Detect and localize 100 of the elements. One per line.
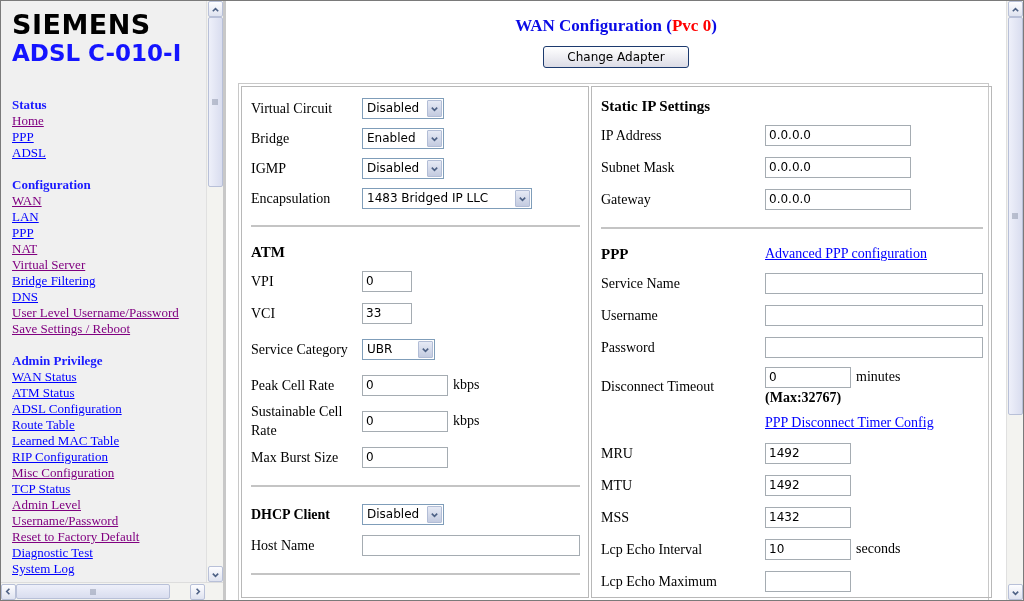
- field-label: MTU: [601, 476, 633, 495]
- input-field[interactable]: 0: [362, 270, 412, 292]
- field-label: DHCP Client: [251, 505, 330, 524]
- section-title: Status: [12, 97, 48, 113]
- dropdown[interactable]: Enabled: [362, 127, 444, 149]
- field-label: Password: [601, 338, 655, 357]
- dropdown[interactable]: 1483 Bridged IP LLC: [362, 187, 532, 209]
- scroll-down-button[interactable]: [207, 566, 223, 582]
- field-label: IP Address: [601, 126, 662, 145]
- input-field[interactable]: 1432: [765, 506, 851, 528]
- field-label: Subnet Mask: [601, 158, 675, 177]
- input-field[interactable]: 1492: [765, 474, 851, 496]
- unit-label: kbps: [453, 377, 480, 393]
- scroll-left-button[interactable]: [1, 583, 16, 600]
- scroll-down-button[interactable]: [1007, 584, 1023, 600]
- field-label: Service Name: [601, 274, 680, 293]
- nav-link[interactable]: System Log: [12, 561, 75, 577]
- section-title: Admin Privilege: [12, 353, 104, 369]
- field-label: Encapsulation: [251, 189, 331, 208]
- field-label: Lcp Echo Maximum: [601, 572, 717, 591]
- nav-link[interactable]: PPP: [12, 129, 34, 145]
- chevron-up-icon: [210, 4, 220, 14]
- input-field[interactable]: 0.0.0.0: [765, 188, 911, 210]
- vertical-scrollbar[interactable]: [1006, 1, 1023, 600]
- section-heading: Static IP Settings: [601, 97, 712, 115]
- field-label: Virtual Circuit: [251, 99, 333, 118]
- nav-link[interactable]: ADSL Configuration: [12, 401, 122, 417]
- scroll-thumb[interactable]: [16, 584, 170, 599]
- nav-link[interactable]: WAN Status: [12, 369, 77, 385]
- input-field[interactable]: 1492: [765, 442, 851, 464]
- nav-link[interactable]: ADSL: [12, 145, 46, 161]
- field-label: Peak Cell Rate: [251, 376, 335, 395]
- nav-link[interactable]: ATM Status: [12, 385, 75, 401]
- scroll-up-button[interactable]: [1007, 1, 1023, 17]
- vertical-scrollbar[interactable]: [206, 1, 223, 582]
- nav-link[interactable]: Misc Configuration: [12, 465, 115, 481]
- nav-link[interactable]: Home: [12, 113, 44, 129]
- input-field[interactable]: 0: [362, 374, 448, 396]
- input-field[interactable]: [765, 272, 983, 294]
- dropdown[interactable]: UBR: [362, 338, 435, 360]
- advanced-link[interactable]: Advanced PPP configuration: [765, 246, 983, 262]
- field-label: Sustainable Cell Rate: [251, 403, 344, 440]
- dropdown[interactable]: Disabled: [362, 97, 444, 119]
- horizontal-scrollbar[interactable]: [1, 582, 223, 600]
- field-label: VPI: [251, 272, 274, 291]
- nav-link[interactable]: Virtual Server: [12, 257, 86, 273]
- nav-link[interactable]: Diagnostic Test: [12, 545, 93, 561]
- nav-link[interactable]: TCP Status: [12, 481, 71, 497]
- field-label: MSS: [601, 508, 630, 527]
- field-label: Service Category: [251, 340, 348, 359]
- max-note: (Max:32767): [765, 389, 842, 406]
- nav-link[interactable]: WAN: [12, 193, 42, 209]
- section-heading: PPP: [601, 245, 630, 263]
- input-field[interactable]: [765, 336, 983, 358]
- input-field[interactable]: [362, 534, 580, 556]
- nav-link[interactable]: Save Settings / Reboot: [12, 321, 131, 337]
- nav-link[interactable]: Bridge Filtering: [12, 273, 96, 289]
- nav-link[interactable]: User Level Username/Password: [12, 305, 179, 321]
- input-field[interactable]: 0: [362, 446, 448, 468]
- scroll-thumb[interactable]: [1007, 17, 1023, 415]
- field-label: Username: [601, 306, 658, 325]
- chevron-up-icon: [1010, 4, 1020, 14]
- grip-icon: [89, 587, 97, 596]
- input-field[interactable]: 10: [765, 538, 851, 560]
- input-field[interactable]: 0: [362, 410, 448, 432]
- change-adapter-button[interactable]: Change Adapter: [543, 46, 689, 68]
- scroll-right-button[interactable]: [190, 583, 205, 600]
- unit-label: seconds: [856, 541, 901, 557]
- grip-icon: [1011, 212, 1019, 220]
- field-label: VCI: [251, 304, 276, 323]
- nav-link[interactable]: RIP Configuration: [12, 449, 108, 465]
- field-label: MRU: [601, 444, 633, 463]
- input-field[interactable]: 0.0.0.0: [765, 156, 911, 178]
- dropdown[interactable]: Disabled: [362, 503, 444, 525]
- scroll-thumb[interactable]: [207, 17, 223, 187]
- timer-config-link[interactable]: PPP Disconnect Timer Config: [765, 415, 983, 431]
- nav-link[interactable]: Learned MAC Table: [12, 433, 120, 449]
- dropdown[interactable]: Disabled: [362, 157, 444, 179]
- scroll-up-button[interactable]: [207, 1, 223, 17]
- input-field[interactable]: [765, 304, 983, 326]
- unit-label: minutes: [856, 369, 901, 385]
- nav-link[interactable]: PPP: [12, 225, 34, 241]
- field-label: Lcp Echo Interval: [601, 540, 703, 559]
- input-field[interactable]: 0: [765, 366, 851, 388]
- nav-link[interactable]: Route Table: [12, 417, 75, 433]
- input-field[interactable]: 33: [362, 302, 412, 324]
- input-field[interactable]: 0.0.0.0: [765, 124, 911, 146]
- nav-link[interactable]: NAT: [12, 241, 38, 257]
- nav-link[interactable]: Reset to Factory Default: [12, 529, 140, 545]
- model-name: ADSL C-010-I: [12, 39, 183, 67]
- field-label: Max Burst Size: [251, 448, 339, 467]
- field-label: Disconnect Timeout: [601, 377, 715, 396]
- nav-link[interactable]: Username/Password: [12, 513, 119, 529]
- nav-link[interactable]: DNS: [12, 289, 38, 305]
- unit-label: kbps: [453, 413, 480, 429]
- input-field[interactable]: [765, 570, 851, 592]
- chevron-right-icon: [193, 587, 202, 596]
- nav-link[interactable]: Admin Level: [12, 497, 81, 513]
- nav-link[interactable]: LAN: [12, 209, 39, 225]
- grip-icon: [211, 98, 219, 106]
